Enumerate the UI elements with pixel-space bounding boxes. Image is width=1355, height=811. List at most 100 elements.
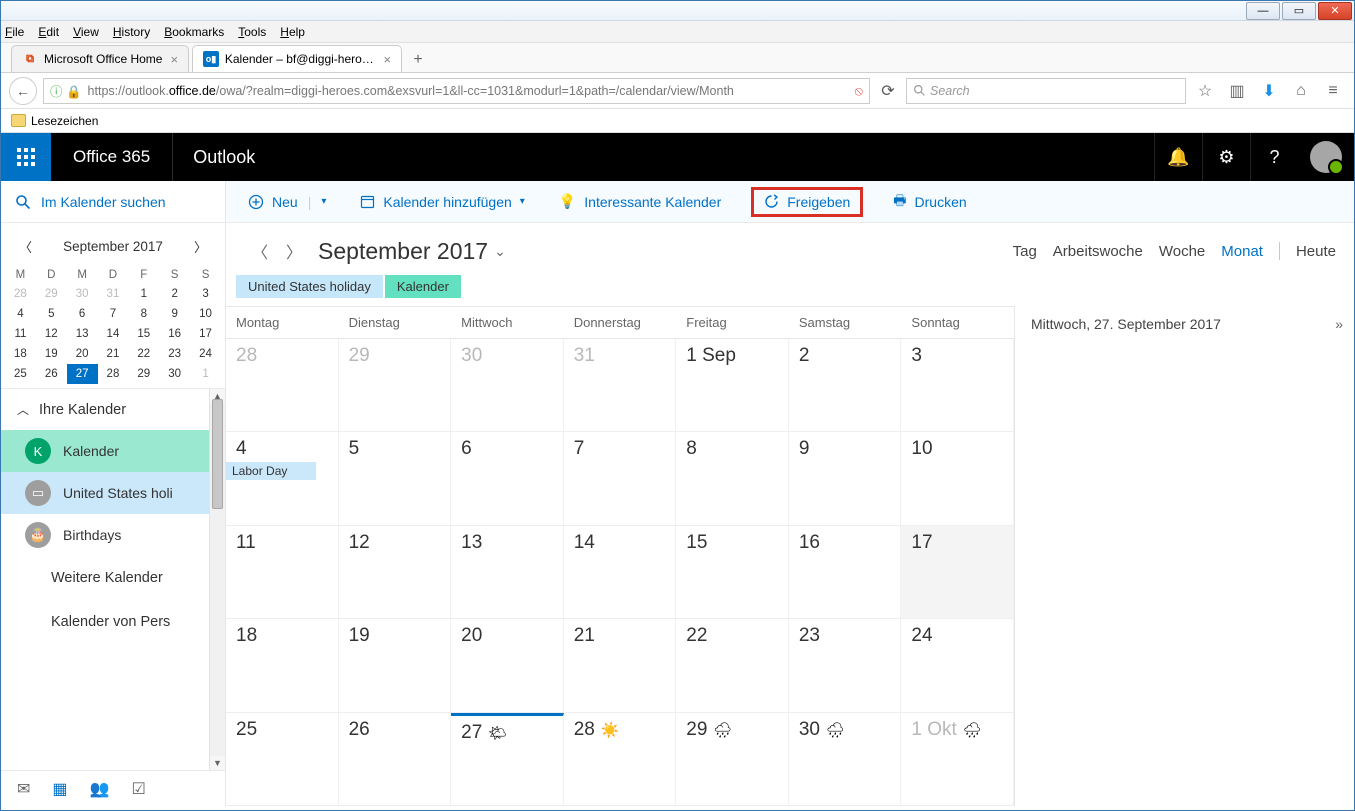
suite-brand[interactable]: Office 365 xyxy=(51,133,173,181)
scrollbar[interactable]: ▲ ▼ xyxy=(209,389,225,770)
day-cell[interactable]: 13 xyxy=(451,526,564,618)
mini-day[interactable]: 17 xyxy=(190,324,221,344)
new-event-button[interactable]: Neu|▾ xyxy=(244,190,330,214)
day-cell[interactable]: 15 xyxy=(676,526,789,618)
mini-month-title[interactable]: September 2017 xyxy=(63,239,163,254)
mini-day[interactable]: 5 xyxy=(36,304,67,324)
library-icon[interactable]: ▥ xyxy=(1224,78,1250,104)
day-cell[interactable]: 26 xyxy=(339,713,452,805)
help-icon[interactable]: ? xyxy=(1250,133,1298,181)
calendar-group-header[interactable]: ︿ Ihre Kalender xyxy=(1,389,225,430)
calendar-item[interactable]: KKalender xyxy=(1,430,225,472)
mini-day[interactable]: 3 xyxy=(190,284,221,304)
people-module-icon[interactable]: 👥 xyxy=(90,779,110,799)
share-button[interactable]: Freigeben xyxy=(751,187,863,217)
day-cell[interactable]: 22 xyxy=(676,619,789,711)
browser-tab[interactable]: o▮Kalender – bf@diggi-heroes.× xyxy=(192,45,402,72)
month-title[interactable]: September 2017 ⌄ xyxy=(318,238,506,265)
day-cell[interactable]: 29 xyxy=(339,339,452,431)
day-cell[interactable]: 8 xyxy=(676,432,789,524)
day-cell[interactable]: 18 xyxy=(226,619,339,711)
menu-bookmarks[interactable]: Bookmarks xyxy=(164,25,224,39)
hamburger-menu-icon[interactable]: ≡ xyxy=(1320,78,1346,104)
window-minimize-button[interactable]: — xyxy=(1246,2,1280,20)
view-tag[interactable]: Tag xyxy=(1013,243,1037,260)
bookmark-folder[interactable]: Lesezeichen xyxy=(31,114,98,128)
mini-day[interactable]: 28 xyxy=(98,364,129,384)
day-cell[interactable]: 24 xyxy=(901,619,1014,711)
mini-day[interactable]: 1 xyxy=(128,284,159,304)
calendar-event[interactable]: Labor Day xyxy=(226,462,316,480)
back-button[interactable]: ← xyxy=(9,77,37,105)
mini-day[interactable]: 6 xyxy=(67,304,98,324)
mini-day[interactable]: 10 xyxy=(190,304,221,324)
calendar-search[interactable]: Im Kalender suchen xyxy=(1,181,225,223)
menu-help[interactable]: Help xyxy=(280,25,305,39)
day-cell[interactable]: 4Labor Day xyxy=(226,432,339,524)
tasks-module-icon[interactable]: ☑ xyxy=(131,779,145,799)
menu-view[interactable]: View xyxy=(73,25,99,39)
scroll-down-icon[interactable]: ▼ xyxy=(210,756,225,770)
window-close-button[interactable]: ✕ xyxy=(1318,2,1352,20)
view-monat[interactable]: Monat xyxy=(1221,243,1263,260)
calendar-item[interactable]: ▭United States holi xyxy=(1,472,225,514)
mini-day[interactable]: 22 xyxy=(128,344,159,364)
mini-day[interactable]: 11 xyxy=(5,324,36,344)
mini-day[interactable]: 15 xyxy=(128,324,159,344)
print-button[interactable]: 🖶 Drucken xyxy=(889,186,970,218)
people-calendars[interactable]: Kalender von Pers xyxy=(1,600,225,644)
day-cell[interactable]: 17 xyxy=(901,526,1014,618)
mini-next-month[interactable]: 〉 xyxy=(188,233,213,260)
day-cell[interactable]: 10 xyxy=(901,432,1014,524)
mini-day[interactable]: 29 xyxy=(36,284,67,304)
expand-icon[interactable]: » xyxy=(1335,316,1340,332)
overlay-tab[interactable]: United States holiday xyxy=(236,275,383,298)
mini-day[interactable]: 18 xyxy=(5,344,36,364)
more-calendars[interactable]: Weitere Kalender xyxy=(1,556,225,600)
new-tab-button[interactable]: + xyxy=(405,48,431,72)
account-avatar[interactable] xyxy=(1298,133,1354,181)
close-tab-icon[interactable]: × xyxy=(170,52,178,67)
address-bar[interactable]: ⓘ 🔒 https://outlook.office.de/owa/?realm… xyxy=(43,78,870,104)
window-maximize-button[interactable]: ▭ xyxy=(1282,2,1316,20)
add-calendar-button[interactable]: Kalender hinzufügen ▾ xyxy=(356,190,528,214)
mini-day[interactable]: 2 xyxy=(159,284,190,304)
home-icon[interactable]: ⌂ xyxy=(1288,78,1314,104)
mini-day[interactable]: 13 xyxy=(67,324,98,344)
day-cell[interactable]: 3 xyxy=(901,339,1014,431)
day-cell[interactable]: 9 xyxy=(789,432,902,524)
mini-day[interactable]: 23 xyxy=(159,344,190,364)
view-woche[interactable]: Woche xyxy=(1159,243,1205,260)
close-tab-icon[interactable]: × xyxy=(383,52,391,67)
reload-button[interactable]: ⟳ xyxy=(876,81,900,101)
scroll-thumb[interactable] xyxy=(212,399,223,509)
day-cell[interactable]: 25 xyxy=(226,713,339,805)
day-cell[interactable]: 23 xyxy=(789,619,902,711)
interesting-calendars-button[interactable]: 💡 Interessante Kalender xyxy=(555,189,725,214)
mini-day[interactable]: 26 xyxy=(36,364,67,384)
day-cell[interactable]: 14 xyxy=(564,526,677,618)
mini-day[interactable]: 30 xyxy=(159,364,190,384)
day-cell[interactable]: 20 xyxy=(451,619,564,711)
mini-day[interactable]: 14 xyxy=(98,324,129,344)
mini-day[interactable]: 25 xyxy=(5,364,36,384)
mini-day[interactable]: 28 xyxy=(5,284,36,304)
calendar-module-icon[interactable]: ▦ xyxy=(52,779,67,799)
browser-search[interactable]: Search xyxy=(906,78,1186,104)
app-launcher-button[interactable] xyxy=(1,133,51,181)
day-cell[interactable]: 7 xyxy=(564,432,677,524)
day-cell[interactable]: 28 xyxy=(226,339,339,431)
next-month-button[interactable]: 〉 xyxy=(278,235,310,267)
mini-day[interactable]: 20 xyxy=(67,344,98,364)
mini-day[interactable]: 19 xyxy=(36,344,67,364)
bookmark-star-icon[interactable]: ☆ xyxy=(1192,78,1218,104)
mini-day[interactable]: 29 xyxy=(128,364,159,384)
mini-day[interactable]: 31 xyxy=(98,284,129,304)
menu-edit[interactable]: Edit xyxy=(38,25,59,39)
settings-gear-icon[interactable]: ⚙ xyxy=(1202,133,1250,181)
menu-file[interactable]: File xyxy=(5,25,24,39)
overlay-tab[interactable]: Kalender xyxy=(385,275,461,298)
day-cell[interactable]: 11 xyxy=(226,526,339,618)
day-cell[interactable]: 21 xyxy=(564,619,677,711)
view-arbeitswoche[interactable]: Arbeitswoche xyxy=(1053,243,1143,260)
